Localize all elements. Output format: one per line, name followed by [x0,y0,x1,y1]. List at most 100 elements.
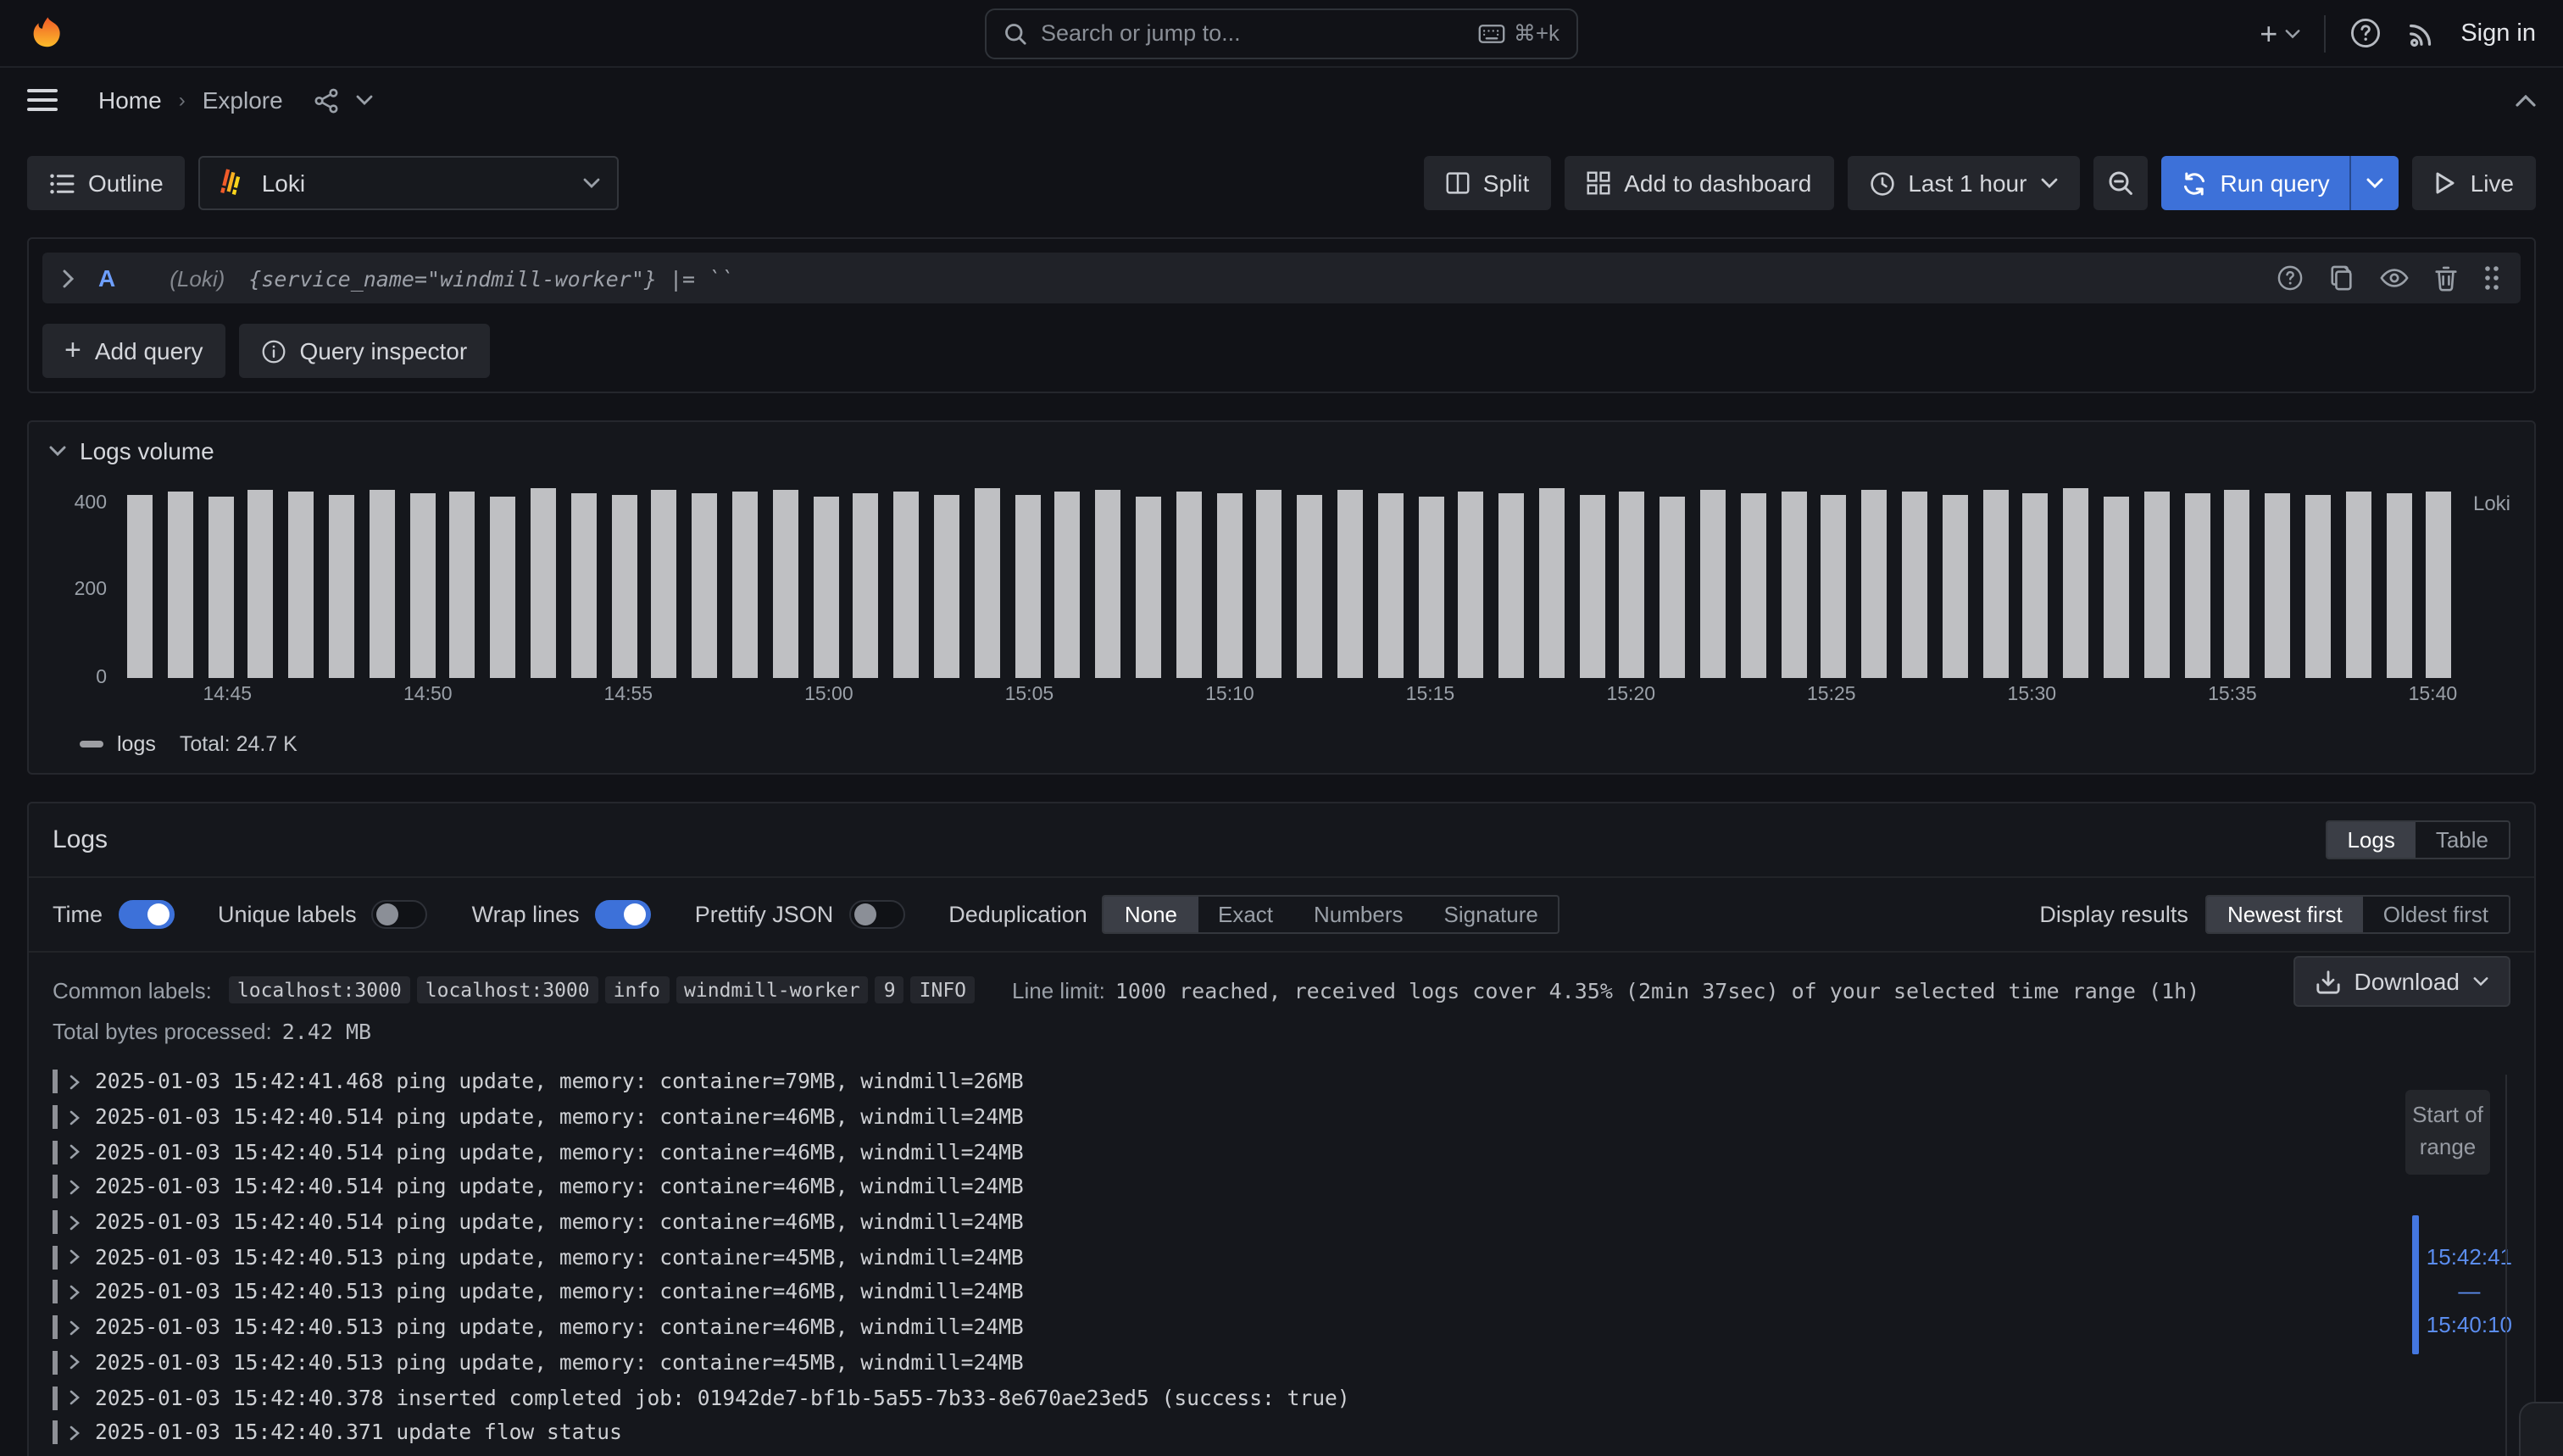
volume-bar[interactable] [2064,488,2089,678]
expand-log-chevron-icon[interactable] [69,1075,81,1090]
volume-bar[interactable] [248,489,274,678]
breadcrumb-home[interactable]: Home [98,86,162,114]
expand-log-chevron-icon[interactable] [69,1320,81,1335]
display-option-oldest-first[interactable]: Oldest first [2363,897,2509,932]
volume-bar[interactable] [168,491,193,678]
volume-bar[interactable] [974,488,999,678]
grafana-logo[interactable] [27,13,68,53]
volume-bar[interactable] [409,493,435,678]
drag-handle-icon[interactable] [2483,264,2500,292]
volume-bar[interactable] [1176,492,1201,678]
volume-bar[interactable] [1579,495,1604,679]
volume-bar[interactable] [208,497,233,678]
dedup-option-none[interactable]: None [1104,897,1198,932]
time-toggle[interactable] [118,900,174,929]
volume-bar[interactable] [1700,490,1726,678]
zoom-out-button[interactable] [2093,156,2147,210]
breadcrumb-explore[interactable]: Explore [203,86,283,114]
split-button[interactable]: Split [1424,156,1551,210]
volume-bar[interactable] [934,495,959,679]
unique-labels-toggle[interactable] [372,900,428,929]
wrap-lines-toggle[interactable] [595,900,651,929]
volume-bar[interactable] [1095,490,1120,678]
log-row[interactable]: 2025-01-03 15:42:40.378 inserted complet… [29,1380,2534,1414]
volume-bar[interactable] [652,491,677,678]
expand-log-chevron-icon[interactable] [69,1180,81,1195]
log-row[interactable]: 2025-01-03 15:42:40.514 ping update, mem… [29,1135,2534,1170]
volume-bar[interactable] [288,492,314,678]
log-row[interactable]: 2025-01-03 15:42:40.514 ping update, mem… [29,1170,2534,1204]
volume-bar[interactable] [1257,491,1282,678]
dedup-option-signature[interactable]: Signature [1424,897,1559,932]
display-option-newest-first[interactable]: Newest first [2207,897,2363,932]
volume-bar[interactable] [127,495,153,679]
help-button[interactable] [2349,17,2381,49]
log-row[interactable]: 2025-01-03 15:42:40.513 ping update, mem… [29,1345,2534,1380]
query-row[interactable]: A (Loki) {service_name="windmill-worker"… [42,253,2521,303]
news-rss-button[interactable] [2405,17,2437,49]
volume-bar[interactable] [1055,492,1081,678]
volume-bar[interactable] [1136,497,1161,678]
query-inspector-button[interactable]: Query inspector [239,324,490,378]
add-to-dashboard-button[interactable]: Add to dashboard [1565,156,1833,210]
expand-log-chevron-icon[interactable] [69,1355,81,1370]
expand-chevron-icon[interactable] [63,269,75,287]
volume-bar[interactable] [2225,490,2250,678]
volume-bar[interactable] [893,491,919,678]
volume-bar[interactable] [571,492,597,678]
chart-legend[interactable]: logs Total: 24.7 K [80,732,2510,756]
volume-bar[interactable] [1539,489,1565,678]
sign-in-link[interactable]: Sign in [2460,19,2536,47]
volume-bar[interactable] [1821,496,1847,679]
volume-bar[interactable] [1297,495,1322,678]
volume-bar[interactable] [1498,494,1524,678]
volume-bar[interactable] [370,490,395,678]
volume-bar[interactable] [1015,496,1040,679]
log-row[interactable]: 2025-01-03 15:42:40.513 ping update, mem… [29,1310,2534,1345]
datasource-picker[interactable]: Loki [199,156,620,210]
logs-volume-chart[interactable]: 0200400 14:4514:5014:5515:0015:0515:1015… [53,481,2510,719]
volume-bar[interactable] [1741,493,1766,678]
volume-bar[interactable] [490,497,515,678]
volume-bar[interactable] [1660,497,1686,678]
volume-bar[interactable] [773,490,798,678]
log-row[interactable]: 2025-01-03 15:42:40.514 ping update, mem… [29,1099,2534,1134]
volume-bar[interactable] [2386,493,2411,678]
start-of-range-button[interactable]: Start of range [2405,1090,2490,1174]
run-query-button[interactable]: Run query [2160,156,2399,210]
volume-bar[interactable] [1377,492,1403,678]
download-button[interactable]: Download [2293,956,2510,1007]
volume-bar[interactable] [2305,496,2331,679]
log-row[interactable]: 2025-01-03 15:42:40.514 ping update, mem… [29,1205,2534,1240]
volume-bar[interactable] [1418,496,1443,678]
prettify-json-toggle[interactable] [848,900,904,929]
log-row[interactable]: 2025-01-03 15:42:40.513 ping update, mem… [29,1240,2534,1275]
logs-volume-header[interactable]: Logs volume [29,422,2534,471]
duplicate-query-icon[interactable] [2329,264,2355,292]
expand-log-chevron-icon[interactable] [69,1250,81,1265]
volume-bar[interactable] [692,494,717,678]
volume-bar[interactable] [2346,491,2371,678]
volume-bar[interactable] [329,496,354,679]
volume-bar[interactable] [1902,492,1927,678]
share-icon[interactable] [314,87,339,113]
expand-log-chevron-icon[interactable] [69,1285,81,1300]
volume-bar[interactable] [1943,495,1968,678]
expand-log-chevron-icon[interactable] [69,1425,81,1440]
volume-bar[interactable] [732,492,758,678]
query-help-icon[interactable] [2277,264,2304,292]
expand-log-chevron-icon[interactable] [69,1109,81,1125]
time-range-picker[interactable]: Last 1 hour [1847,156,2079,210]
volume-bar[interactable] [1459,491,1484,678]
volume-bar[interactable] [1620,492,1645,678]
volume-bar[interactable] [450,492,475,678]
logs-scrollbar[interactable] [2505,1075,2507,1456]
log-row[interactable]: 2025-01-03 15:42:40.371 update flow stat… [29,1415,2534,1450]
volume-bar[interactable] [531,489,556,678]
live-button[interactable]: Live [2413,156,2536,210]
hamburger-menu-icon[interactable] [27,88,58,112]
volume-bar[interactable] [813,496,838,678]
volume-bar[interactable] [1337,489,1363,678]
log-row[interactable]: 2025-01-03 15:42:40.513 ping update, mem… [29,1275,2534,1309]
legend-series-label[interactable]: logs [117,732,156,756]
